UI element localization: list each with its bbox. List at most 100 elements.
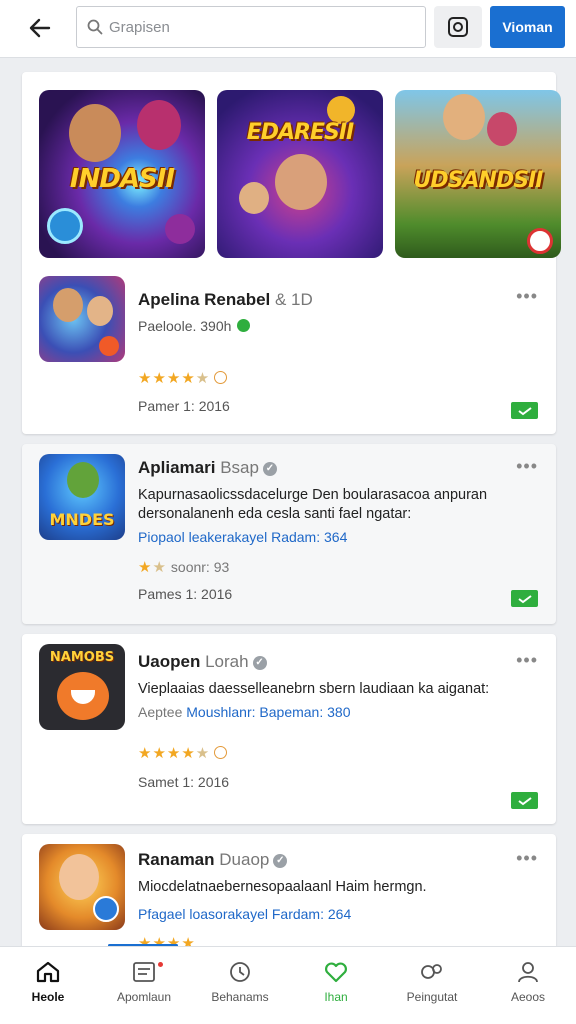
app-description: Kapurnasaolicssdacelurge Den boularasaco… — [138, 487, 488, 522]
list-icon — [133, 962, 155, 982]
check-icon — [517, 594, 532, 603]
app-description: Vieplaaias daesselleanebrn sbern laudiaa… — [138, 681, 490, 697]
character-art — [275, 154, 327, 210]
top-bar: Vioman — [0, 0, 576, 58]
heart-icon — [325, 962, 347, 983]
search-input[interactable] — [109, 18, 399, 36]
banner-title: INDASII — [69, 164, 175, 194]
publisher: Paeloole. 390h — [138, 318, 251, 334]
app-icon[interactable] — [39, 844, 125, 930]
more-options-button[interactable]: ••• — [516, 650, 538, 671]
app-name-sub: Duaop — [219, 850, 270, 869]
nav-label: Ihan — [324, 990, 348, 1004]
nav-label: Behanams — [211, 990, 269, 1004]
orb-art — [47, 208, 83, 244]
app-title[interactable]: Apliamari Bsap ✓ — [138, 458, 277, 478]
app-title[interactable]: Ranaman Duaop ✓ — [138, 850, 288, 870]
app-name-sub: Bsap — [220, 458, 259, 477]
featured-banners: INDASII EDARESII UDSANDSII — [39, 90, 561, 258]
app-link-text: Pfagael loasorakayel Fardam: 264 — [138, 906, 352, 922]
nav-apps[interactable]: Apomlaun — [96, 947, 192, 1024]
info-icon — [214, 746, 228, 759]
featured-banner-3[interactable]: UDSANDSII — [395, 90, 561, 258]
check-icon — [517, 406, 532, 415]
more-options-button[interactable]: ••• — [516, 286, 538, 307]
app-name: Uaopen — [138, 652, 201, 671]
install-badge[interactable] — [511, 590, 538, 607]
notification-dot — [158, 962, 163, 967]
app-card[interactable]: MNDES Apliamari Bsap ✓ ••• Kapurnasaolics… — [22, 444, 556, 624]
info-icon — [214, 371, 228, 384]
home-icon — [36, 961, 60, 983]
more-options-button[interactable]: ••• — [516, 456, 538, 477]
search-box[interactable] — [76, 6, 426, 48]
nav-label: Apomlaun — [116, 990, 172, 1004]
app-icon[interactable]: NAMOBS — [39, 644, 125, 730]
rating-stars: ★★ soonr: 93 — [138, 559, 230, 576]
primary-action-button[interactable]: Vioman — [490, 6, 565, 48]
back-button[interactable] — [22, 10, 58, 46]
featured-banner-2[interactable]: EDARESII — [217, 90, 383, 258]
app-name: Ranaman — [138, 850, 215, 869]
nav-account[interactable]: Aeoos — [480, 947, 576, 1024]
nav-home[interactable]: Heole — [0, 947, 96, 1024]
verified-icon: ✓ — [262, 462, 277, 476]
orb-art — [93, 896, 119, 922]
nav-favorites[interactable]: Ihan — [288, 947, 384, 1024]
verified-icon: ✓ — [273, 854, 288, 868]
nav-history[interactable]: Behanams — [192, 947, 288, 1024]
orb-art — [165, 214, 195, 244]
app-link[interactable]: Aeptee Moushlanr: Bapeman: 380 — [138, 704, 350, 720]
app-name: Apliamari — [138, 458, 216, 477]
app-card[interactable]: NAMOBS Uaopen Lorah ✓ ••• Vieplaaias daes… — [22, 634, 556, 824]
character-art — [487, 112, 517, 146]
release-date: Pames 1: 2016 — [138, 586, 233, 602]
character-art — [53, 288, 83, 322]
character-art — [69, 104, 121, 162]
nav-label: Heole — [31, 990, 65, 1004]
featured-card: INDASII EDARESII UDSANDSII Apelina Renab… — [22, 72, 561, 434]
character-art — [87, 296, 113, 326]
release-date: Pamer 1: 2016 — [138, 398, 230, 414]
character-art — [239, 182, 269, 214]
nav-label: Peingutat — [406, 990, 458, 1004]
app-card[interactable]: Ranaman Duaop ✓ ••• Miocdelatnaebernesopa… — [22, 834, 556, 964]
nav-community[interactable]: Peingutat — [384, 947, 480, 1024]
app-icon[interactable]: MNDES — [39, 454, 125, 540]
banner-title: UDSANDSII — [413, 168, 544, 193]
rating-text: soonr: 93 — [170, 559, 230, 575]
verified-icon: ✓ — [252, 656, 267, 670]
app-icon[interactable] — [39, 276, 125, 362]
more-options-button[interactable]: ••• — [516, 848, 538, 869]
app-link-text: Piopaol leakerakayel Radam: 364 — [138, 529, 348, 545]
icon-label: MNDES — [49, 510, 115, 529]
badge-art — [527, 228, 553, 254]
app-name-sub: Lorah — [205, 652, 249, 671]
arrow-left-icon — [29, 18, 51, 38]
camera-button[interactable] — [434, 6, 482, 48]
app-link-text: Moushlanr: Bapeman: 380 — [186, 704, 351, 720]
nav-label: Aeoos — [510, 990, 546, 1004]
install-badge[interactable] — [511, 792, 538, 809]
app-link[interactable]: Pfagael loasorakayel Fardam: 264 — [138, 906, 351, 922]
character-art — [137, 100, 181, 150]
orb-art — [99, 336, 119, 356]
app-title[interactable]: Apelina Renabel & 1D — [138, 290, 313, 310]
character-art — [67, 462, 99, 498]
check-icon — [517, 796, 532, 805]
app-title[interactable]: Uaopen Lorah ✓ — [138, 652, 267, 672]
app-link[interactable]: Piopaol leakerakayel Radam: 364 — [138, 529, 347, 545]
app-name: Apelina Renabel — [138, 290, 271, 309]
featured-banner-1[interactable]: INDASII — [39, 90, 205, 258]
rating-stars: ★★★★★ — [138, 369, 228, 387]
verified-icon — [237, 319, 251, 332]
publisher-text: Paeloole. 390h — [138, 318, 232, 334]
icon-label: NAMOBS — [49, 650, 115, 665]
character-art — [59, 854, 99, 900]
clock-icon — [230, 962, 250, 982]
install-badge[interactable] — [511, 402, 538, 419]
rating-stars: ★★★★★ — [138, 744, 228, 762]
bottom-navigation: Heole Apomlaun Behanams Ihan Peingutat A… — [0, 946, 576, 1024]
banner-title: EDARESII — [246, 120, 355, 145]
search-icon — [87, 19, 103, 35]
